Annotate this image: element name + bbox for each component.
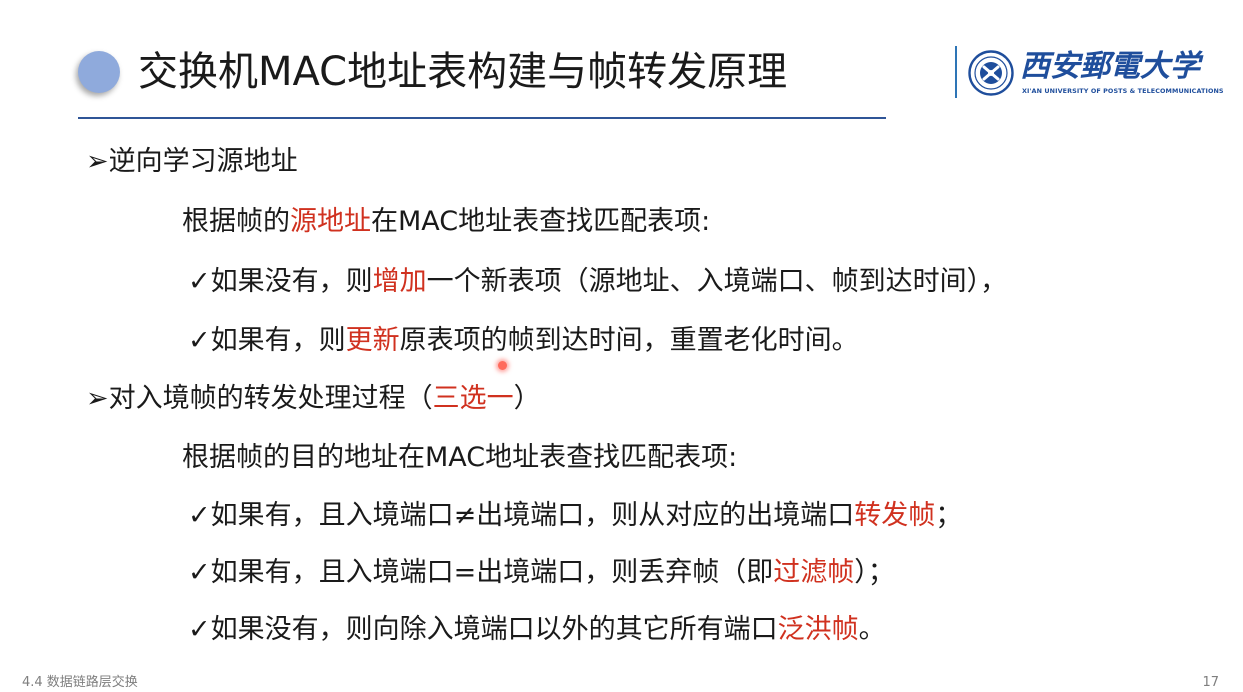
list-item: ✓如果有，且入境端口≠出境端口，则从对应的出境端口转发帧；: [188, 500, 963, 531]
section2-intro: 根据帧的目的地址在MAC地址表查找匹配表项:: [182, 442, 738, 473]
highlight-choose-one: 三选一: [432, 383, 514, 414]
highlight-flood: 泛洪帧: [777, 614, 859, 645]
title-bullet-icon: [78, 51, 120, 93]
section1-intro: 根据帧的源地址在MAC地址表查找匹配表项:: [182, 206, 711, 237]
arrow-bullet-icon: ➢: [86, 383, 109, 414]
university-seal-icon: [968, 50, 1014, 96]
logo-divider: [955, 46, 957, 98]
highlight-add: 增加: [372, 266, 427, 297]
highlight-filter: 过滤帧: [773, 557, 855, 588]
section-heading-text: 逆向学习源地址: [108, 146, 298, 177]
section-heading-forwarding: ➢对入境帧的转发处理过程（三选一）: [86, 383, 541, 414]
highlight-forward: 转发帧: [854, 500, 936, 531]
university-name: 西安郵電大学: [1020, 49, 1200, 84]
university-english-name: XI'AN UNIVERSITY OF POSTS & TELECOMMUNIC…: [1022, 87, 1224, 95]
page-number: 17: [1202, 675, 1219, 690]
list-item: ✓如果有，且入境端口=出境端口，则丢弃帧（即过滤帧）；: [188, 557, 895, 588]
arrow-bullet-icon: ➢: [86, 146, 109, 177]
page-title: 交换机MAC地址表构建与帧转发原理: [138, 49, 788, 95]
check-icon: ✓: [188, 557, 211, 588]
title-underline: [78, 117, 886, 119]
footer-section-label: 4.4 数据链路层交换: [22, 675, 138, 690]
section-heading-reverse-learning: ➢逆向学习源地址: [86, 144, 298, 180]
highlight-update: 更新: [345, 325, 400, 356]
check-icon: ✓: [188, 614, 211, 645]
highlight-source-address: 源地址: [290, 206, 371, 237]
check-icon: ✓: [188, 500, 211, 531]
slide: 交换机MAC地址表构建与帧转发原理 西安郵電大学 XI'AN UNIVERSIT…: [0, 0, 1243, 692]
check-icon: ✓: [188, 266, 211, 297]
list-item: ✓如果没有，则向除入境端口以外的其它所有端口泛洪帧。: [188, 614, 886, 645]
laser-pointer-icon: [498, 361, 507, 370]
check-icon: ✓: [188, 325, 211, 356]
list-item: ✓如果有，则更新原表项的帧到达时间，重置老化时间。: [188, 325, 859, 356]
list-item: ✓如果没有，则增加一个新表项（源地址、入境端口、帧到达时间），: [188, 266, 1008, 297]
